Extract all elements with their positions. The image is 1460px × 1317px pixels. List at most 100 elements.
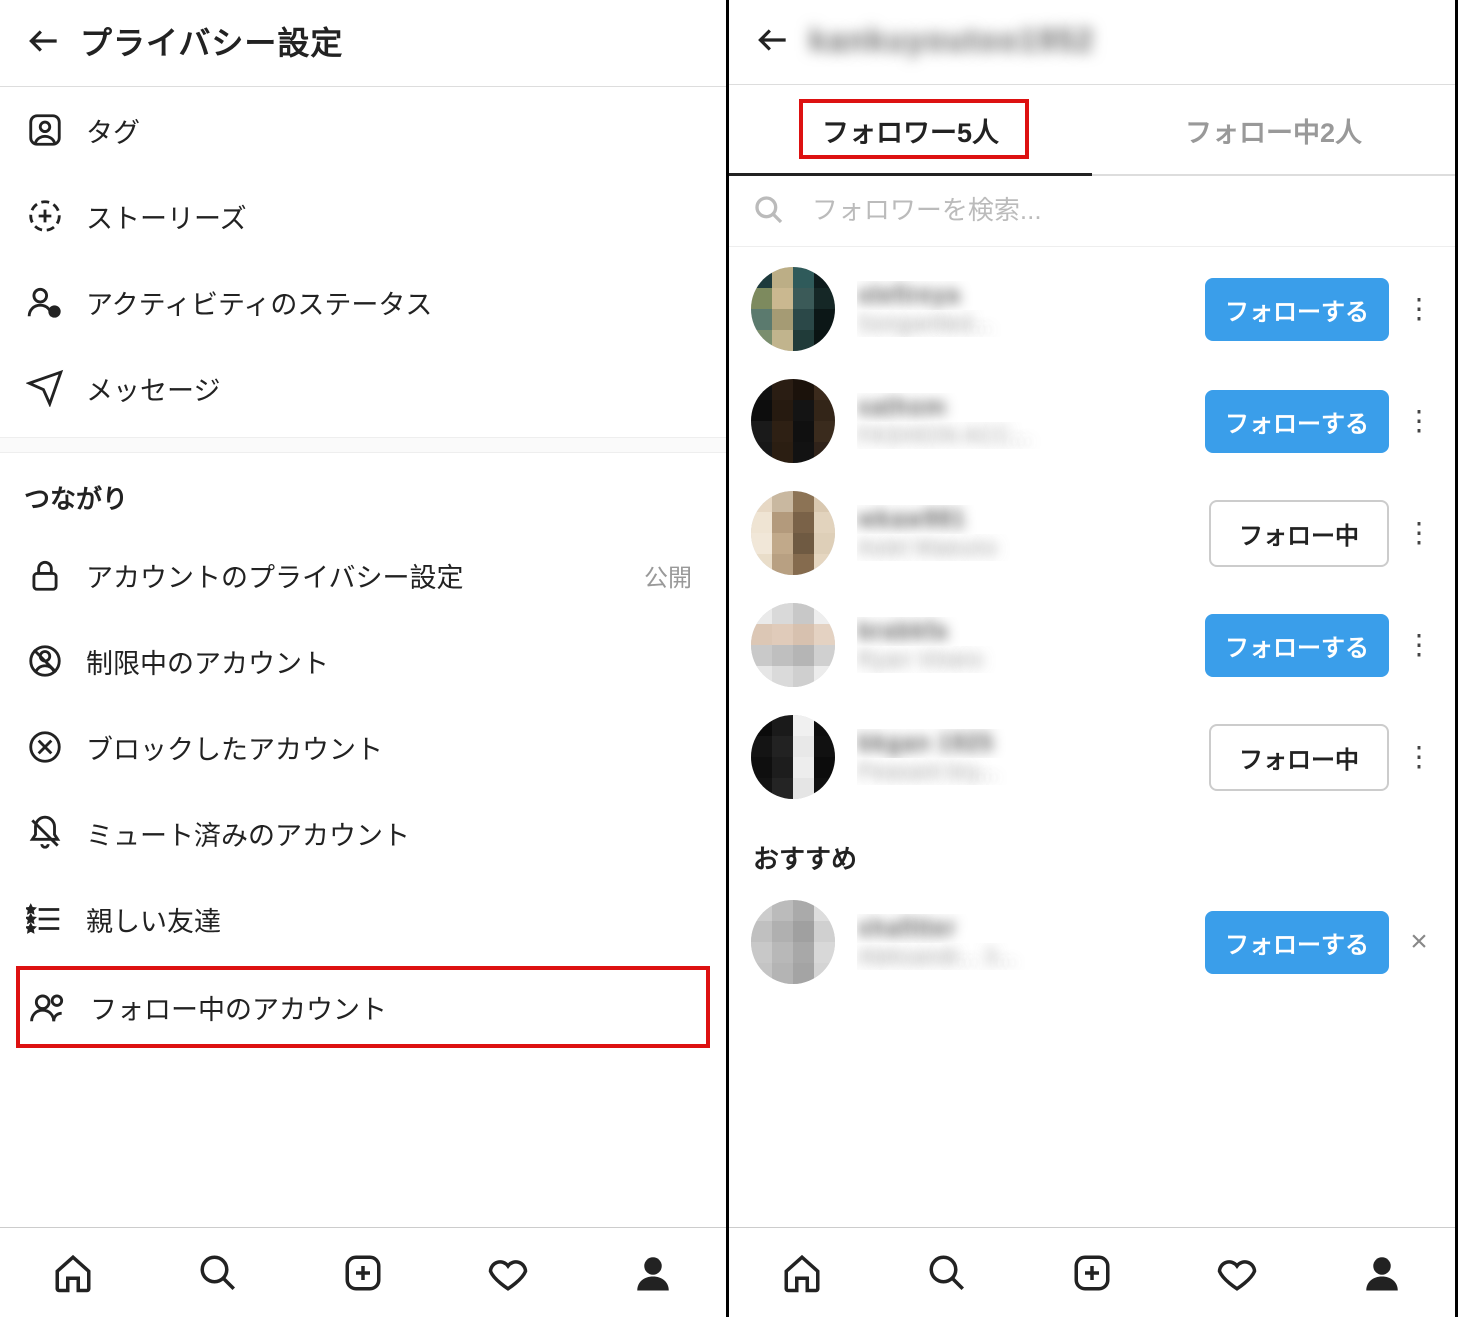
settings-item-messages[interactable]: メッセージ — [0, 345, 726, 431]
avatar[interactable] — [751, 267, 835, 351]
follow-button[interactable]: フォローする — [1205, 911, 1389, 974]
list-item[interactable]: wkaw981Aviet Maeunoフォロー中 ⋮ — [729, 477, 1455, 589]
avatar[interactable] — [751, 900, 835, 984]
restrict-icon — [24, 640, 66, 682]
more-icon[interactable]: ⋮ — [1403, 295, 1435, 323]
list-item[interactable]: brabkfaRyan Vineroフォローする ⋮ — [729, 589, 1455, 701]
settings-item-stories[interactable]: ストーリーズ — [0, 173, 726, 259]
people-icon — [28, 986, 70, 1028]
user-names: wkaw981Aviet Maeuno — [857, 505, 1209, 561]
settings-item-tags[interactable]: タグ — [0, 87, 726, 173]
settings-item-label: ブロックしたアカウント — [86, 728, 702, 767]
username: bkgan 1925 — [857, 729, 1209, 758]
avatar[interactable] — [751, 603, 835, 687]
settings-item-label: 親しい友達 — [86, 900, 702, 939]
paper-plane-icon — [24, 367, 66, 409]
suggestions-header: おすすめ — [729, 813, 1455, 886]
search-icon — [753, 192, 786, 228]
bell-mute-icon — [24, 812, 66, 854]
back-arrow-icon[interactable] — [22, 19, 66, 63]
tab-add[interactable] — [339, 1249, 387, 1297]
profile-username: kankuyoutoo1952 — [809, 22, 1094, 59]
display-name: Songwrited... — [857, 310, 1205, 337]
settings-item-label: フォロー中のアカウント — [90, 988, 387, 1027]
username: shafitter — [857, 914, 1205, 943]
tab-following[interactable]: フォロー中2人 — [1092, 85, 1455, 174]
user-names: shafitterAleksandr... 3... — [857, 914, 1205, 970]
username: brabkfa — [857, 617, 1205, 646]
settings-item-restricted[interactable]: 制限中のアカウント — [0, 618, 726, 704]
list-item[interactable]: bkgan 1925Peasant bry...フォロー中 ⋮ — [729, 701, 1455, 813]
dismiss-icon[interactable]: × — [1403, 925, 1435, 959]
display-name: Aleksandr... 3... — [857, 943, 1205, 970]
tab-home[interactable] — [778, 1249, 826, 1297]
user-names: bkgan 1925Peasant bry... — [857, 729, 1209, 785]
page-title: プライバシー設定 — [80, 18, 343, 64]
tab-activity[interactable] — [1213, 1249, 1261, 1297]
username: wkaw981 — [857, 505, 1209, 534]
more-icon[interactable]: ⋮ — [1403, 631, 1435, 659]
settings-item-label: ミュート済みのアカウント — [86, 814, 702, 853]
more-icon[interactable]: ⋮ — [1403, 407, 1435, 435]
back-arrow-icon[interactable] — [751, 18, 795, 62]
lock-icon — [24, 554, 66, 596]
more-icon[interactable]: ⋮ — [1403, 743, 1435, 771]
settings-item-label: アカウントのプライバシー設定 — [86, 556, 644, 595]
follow-button[interactable]: フォローする — [1205, 278, 1389, 341]
settings-list: タグ ストーリーズ アクティビティのステータス メッセージ つながり アカウント… — [0, 87, 726, 1227]
tab-underline — [729, 173, 1092, 176]
tab-followers[interactable]: フォロワー5人 — [729, 85, 1092, 174]
list-item[interactable]: shafitterAleksandr... 3...フォローする × — [729, 886, 1455, 998]
divider — [0, 437, 726, 453]
settings-item-label: ストーリーズ — [86, 197, 702, 236]
tab-profile[interactable] — [629, 1249, 677, 1297]
tag-user-icon — [24, 109, 66, 151]
user-names: olefireyaSongwrited... — [857, 281, 1205, 337]
tab-search[interactable] — [194, 1249, 242, 1297]
settings-item-muted[interactable]: ミュート済みのアカウント — [0, 790, 726, 876]
search-row[interactable] — [729, 176, 1455, 247]
story-add-icon — [24, 195, 66, 237]
following-button[interactable]: フォロー中 — [1209, 724, 1389, 791]
list-item[interactable]: olefireyaSongwrited...フォローする ⋮ — [729, 253, 1455, 365]
follow-button[interactable]: フォローする — [1205, 390, 1389, 453]
display-name: FASHION ACC... — [857, 422, 1205, 449]
tab-activity[interactable] — [484, 1249, 532, 1297]
header: プライバシー設定 — [0, 0, 726, 87]
tab-add[interactable] — [1068, 1249, 1116, 1297]
follow-button[interactable]: フォローする — [1205, 614, 1389, 677]
settings-item-activity-status[interactable]: アクティビティのステータス — [0, 259, 726, 345]
list-item[interactable]: sathomFASHION ACC...フォローする⋮ — [729, 365, 1455, 477]
follower-list: olefireyaSongwrited...フォローする⋮sathomFASHI… — [729, 247, 1455, 1227]
followers-panel: kankuyoutoo1952 フォロワー5人 フォロー中2人 olefirey… — [729, 0, 1458, 1317]
segment-tabs: フォロワー5人 フォロー中2人 — [729, 85, 1455, 176]
block-x-icon — [24, 726, 66, 768]
settings-item-label: 制限中のアカウント — [86, 642, 702, 681]
settings-item-blocked[interactable]: ブロックしたアカウント — [0, 704, 726, 790]
more-icon[interactable]: ⋮ — [1403, 519, 1435, 547]
display-name: Peasant bry... — [857, 758, 1209, 785]
avatar[interactable] — [751, 379, 835, 463]
tab-bar — [729, 1227, 1455, 1317]
tab-bar — [0, 1227, 726, 1317]
following-button[interactable]: フォロー中 — [1209, 500, 1389, 567]
avatar[interactable] — [751, 491, 835, 575]
header: kankuyoutoo1952 — [729, 0, 1455, 85]
tab-home[interactable] — [49, 1249, 97, 1297]
tab-search[interactable] — [923, 1249, 971, 1297]
display-name: Ryan Vinero — [857, 646, 1205, 673]
settings-item-label: メッセージ — [86, 369, 702, 408]
settings-item-following-accounts[interactable]: フォロー中のアカウント — [16, 966, 710, 1048]
username: olefireya — [857, 281, 1205, 310]
search-input[interactable] — [812, 195, 1431, 226]
section-header-connections: つながり — [0, 453, 726, 532]
user-names: brabkfaRyan Vinero — [857, 617, 1205, 673]
settings-item-account-privacy[interactable]: アカウントのプライバシー設定 公開 — [0, 532, 726, 618]
settings-item-close-friends[interactable]: 親しい友達 — [0, 876, 726, 962]
settings-item-label: タグ — [86, 111, 702, 150]
tab-profile[interactable] — [1358, 1249, 1406, 1297]
star-list-icon — [24, 898, 66, 940]
avatar[interactable] — [751, 715, 835, 799]
privacy-settings-panel: プライバシー設定 タグ ストーリーズ アクティビティのステータス メッセージ つ… — [0, 0, 729, 1317]
display-name: Aviet Maeuno — [857, 534, 1209, 561]
